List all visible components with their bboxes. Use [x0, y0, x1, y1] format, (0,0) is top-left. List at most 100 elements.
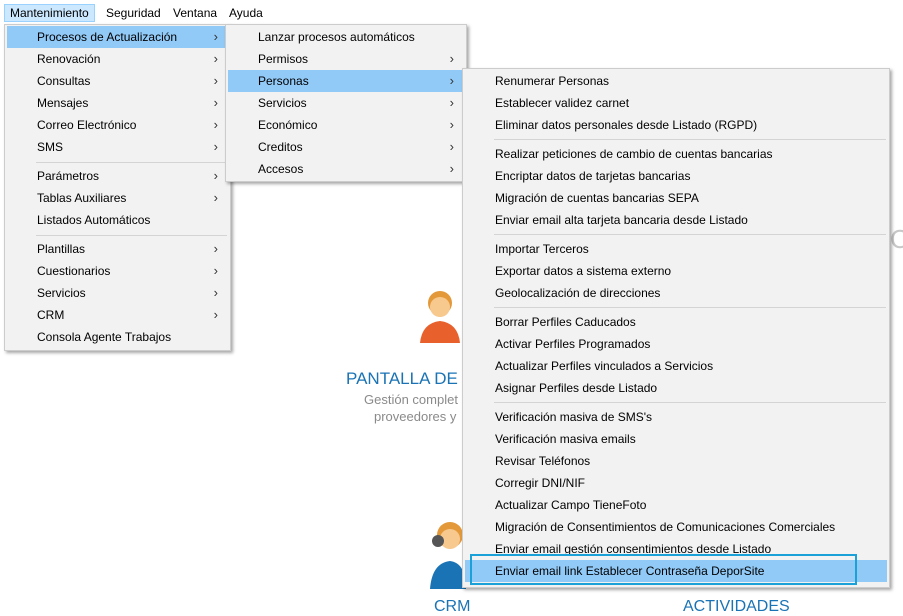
focus-highlight-box — [470, 554, 857, 585]
menu-item-label: Exportar datos a sistema externo — [495, 264, 672, 278]
menu-item-verificacion-sms[interactable]: Verificación masiva de SMS's — [465, 406, 887, 428]
menu-item-cambio-cuentas-bancarias[interactable]: Realizar peticiones de cambio de cuentas… — [465, 143, 887, 165]
menu-item-label: Plantillas — [37, 242, 86, 256]
menu-item-label: Activar Perfiles Programados — [495, 337, 651, 351]
menu-item-label: Actualizar Campo TieneFoto — [495, 498, 647, 512]
menu-item-exportar-datos[interactable]: Exportar datos a sistema externo — [465, 260, 887, 282]
menu-item-label: Listados Automáticos — [37, 213, 151, 227]
menu-item-label: Borrar Perfiles Caducados — [495, 315, 636, 329]
chevron-right-icon: › — [213, 139, 218, 154]
chevron-right-icon: › — [449, 117, 454, 132]
menu-item-label: Correo Electrónico — [37, 118, 137, 132]
menu-item-email-alta-tarjeta[interactable]: Enviar email alta tarjeta bancaria desde… — [465, 209, 887, 231]
menu-item-label: Cuestionarios — [37, 264, 111, 278]
menu-item-renovacion[interactable]: Renovación › — [7, 48, 228, 70]
menu-item-personas[interactable]: Personas › — [228, 70, 464, 92]
menu-item-label: Parámetros — [37, 169, 100, 183]
background-desc-line2: proveedores y — [374, 409, 457, 424]
menu-item-label: Mensajes — [37, 96, 89, 110]
menu-separator — [494, 234, 886, 235]
personas-submenu: Renumerar Personas Establecer validez ca… — [462, 68, 890, 588]
menu-item-migracion-consentimientos[interactable]: Migración de Consentimientos de Comunica… — [465, 516, 887, 538]
background-desc-line1: Gestión complet — [364, 392, 458, 407]
menubar: Mantenimiento Seguridad Ventana Ayuda — [0, 0, 903, 24]
chevron-right-icon: › — [213, 168, 218, 183]
menubar-ventana[interactable]: Ventana — [168, 4, 222, 22]
menu-item-renumerar-personas[interactable]: Renumerar Personas — [465, 70, 887, 92]
menu-item-asignar-perfiles[interactable]: Asignar Perfiles desde Listado — [465, 377, 887, 399]
menu-item-label: Accesos — [258, 162, 304, 176]
menu-item-label: Eliminar datos personales desde Listado … — [495, 118, 758, 132]
menu-item-consola-agente-trabajos[interactable]: Consola Agente Trabajos — [7, 326, 228, 348]
menu-item-label: Servicios — [37, 286, 86, 300]
menu-item-accesos[interactable]: Accesos › — [228, 158, 464, 180]
menu-item-economico[interactable]: Económico › — [228, 114, 464, 136]
menu-item-servicios-proc[interactable]: Servicios › — [228, 92, 464, 114]
procesos-actualizacion-submenu: Lanzar procesos automáticos Permisos › Pe… — [225, 24, 467, 182]
menu-item-establecer-validez-carnet[interactable]: Establecer validez carnet — [465, 92, 887, 114]
menu-item-revisar-telefonos[interactable]: Revisar Teléfonos — [465, 450, 887, 472]
menu-item-permisos[interactable]: Permisos › — [228, 48, 464, 70]
menu-item-label: Procesos de Actualización — [37, 30, 178, 44]
chevron-right-icon: › — [213, 285, 218, 300]
menu-item-actualizar-tienefoto[interactable]: Actualizar Campo TieneFoto — [465, 494, 887, 516]
chevron-right-icon: › — [213, 73, 218, 88]
background-title: PANTALLA DE — [346, 369, 458, 388]
menubar-mantenimiento[interactable]: Mantenimiento — [4, 4, 95, 22]
menu-item-label: Renovación — [37, 52, 101, 66]
menu-separator — [36, 162, 227, 163]
menu-item-consultas[interactable]: Consultas › — [7, 70, 228, 92]
menu-item-label: Consola Agente Trabajos — [37, 330, 172, 344]
menu-item-label: Consultas — [37, 74, 91, 88]
menu-item-activar-perfiles[interactable]: Activar Perfiles Programados — [465, 333, 887, 355]
menu-item-actualizar-perfiles[interactable]: Actualizar Perfiles vinculados a Servici… — [465, 355, 887, 377]
menu-item-label: CRM — [37, 308, 65, 322]
chevron-right-icon: › — [213, 117, 218, 132]
menubar-seguridad[interactable]: Seguridad — [101, 4, 166, 22]
menu-item-tablas-auxiliares[interactable]: Tablas Auxiliares › — [7, 187, 228, 209]
menu-item-plantillas[interactable]: Plantillas › — [7, 238, 228, 260]
menu-item-importar-terceros[interactable]: Importar Terceros — [465, 238, 887, 260]
background-edge-letter: C — [890, 224, 903, 254]
chevron-right-icon: › — [213, 95, 218, 110]
menu-item-label: Verificación masiva emails — [495, 432, 636, 446]
menu-item-correo-electronico[interactable]: Correo Electrónico › — [7, 114, 228, 136]
chevron-right-icon: › — [213, 241, 218, 256]
menu-item-creditos[interactable]: Creditos › — [228, 136, 464, 158]
support-agent-icon — [426, 515, 466, 595]
menu-item-label: Verificación masiva de SMS's — [495, 410, 653, 424]
menu-item-servicios[interactable]: Servicios › — [7, 282, 228, 304]
menu-item-verificacion-emails[interactable]: Verificación masiva emails — [465, 428, 887, 450]
menu-item-eliminar-datos-rgpd[interactable]: Eliminar datos personales desde Listado … — [465, 114, 887, 136]
background-crm-label: CRM — [434, 598, 471, 615]
menu-item-label: Revisar Teléfonos — [495, 454, 591, 468]
chevron-right-icon: › — [213, 190, 218, 205]
menu-item-cuestionarios[interactable]: Cuestionarios › — [7, 260, 228, 282]
menu-separator — [494, 307, 886, 308]
menu-item-label: Migración de cuentas bancarias SEPA — [495, 191, 699, 205]
background-actividades-label: ACTIVIDADES — [683, 598, 790, 615]
menu-item-listados-automaticos[interactable]: Listados Automáticos — [7, 209, 228, 231]
menu-item-label: Servicios — [258, 96, 307, 110]
chevron-right-icon: › — [449, 51, 454, 66]
menubar-ayuda[interactable]: Ayuda — [224, 4, 268, 22]
menu-item-label: Tablas Auxiliares — [37, 191, 127, 205]
menu-item-migracion-sepa[interactable]: Migración de cuentas bancarias SEPA — [465, 187, 887, 209]
menu-item-corregir-dni[interactable]: Corregir DNI/NIF — [465, 472, 887, 494]
menu-item-label: Importar Terceros — [495, 242, 589, 256]
menu-item-crm[interactable]: CRM › — [7, 304, 228, 326]
menu-item-label: Actualizar Perfiles vinculados a Servici… — [495, 359, 714, 373]
menu-item-mensajes[interactable]: Mensajes › — [7, 92, 228, 114]
menu-item-encriptar-tarjetas[interactable]: Encriptar datos de tarjetas bancarias — [465, 165, 887, 187]
menu-item-label: Geolocalización de direcciones — [495, 286, 661, 300]
menu-separator — [36, 235, 227, 236]
menu-item-procesos-actualizacion[interactable]: Procesos de Actualización › — [7, 26, 228, 48]
menu-item-geolocalizacion[interactable]: Geolocalización de direcciones — [465, 282, 887, 304]
menu-item-label: Económico — [258, 118, 318, 132]
menu-item-parametros[interactable]: Parámetros › — [7, 165, 228, 187]
menu-item-sms[interactable]: SMS › — [7, 136, 228, 158]
chevron-right-icon: › — [213, 51, 218, 66]
menu-item-borrar-perfiles[interactable]: Borrar Perfiles Caducados — [465, 311, 887, 333]
menu-item-lanzar-procesos[interactable]: Lanzar procesos automáticos — [228, 26, 464, 48]
menu-item-label: Encriptar datos de tarjetas bancarias — [495, 169, 691, 183]
